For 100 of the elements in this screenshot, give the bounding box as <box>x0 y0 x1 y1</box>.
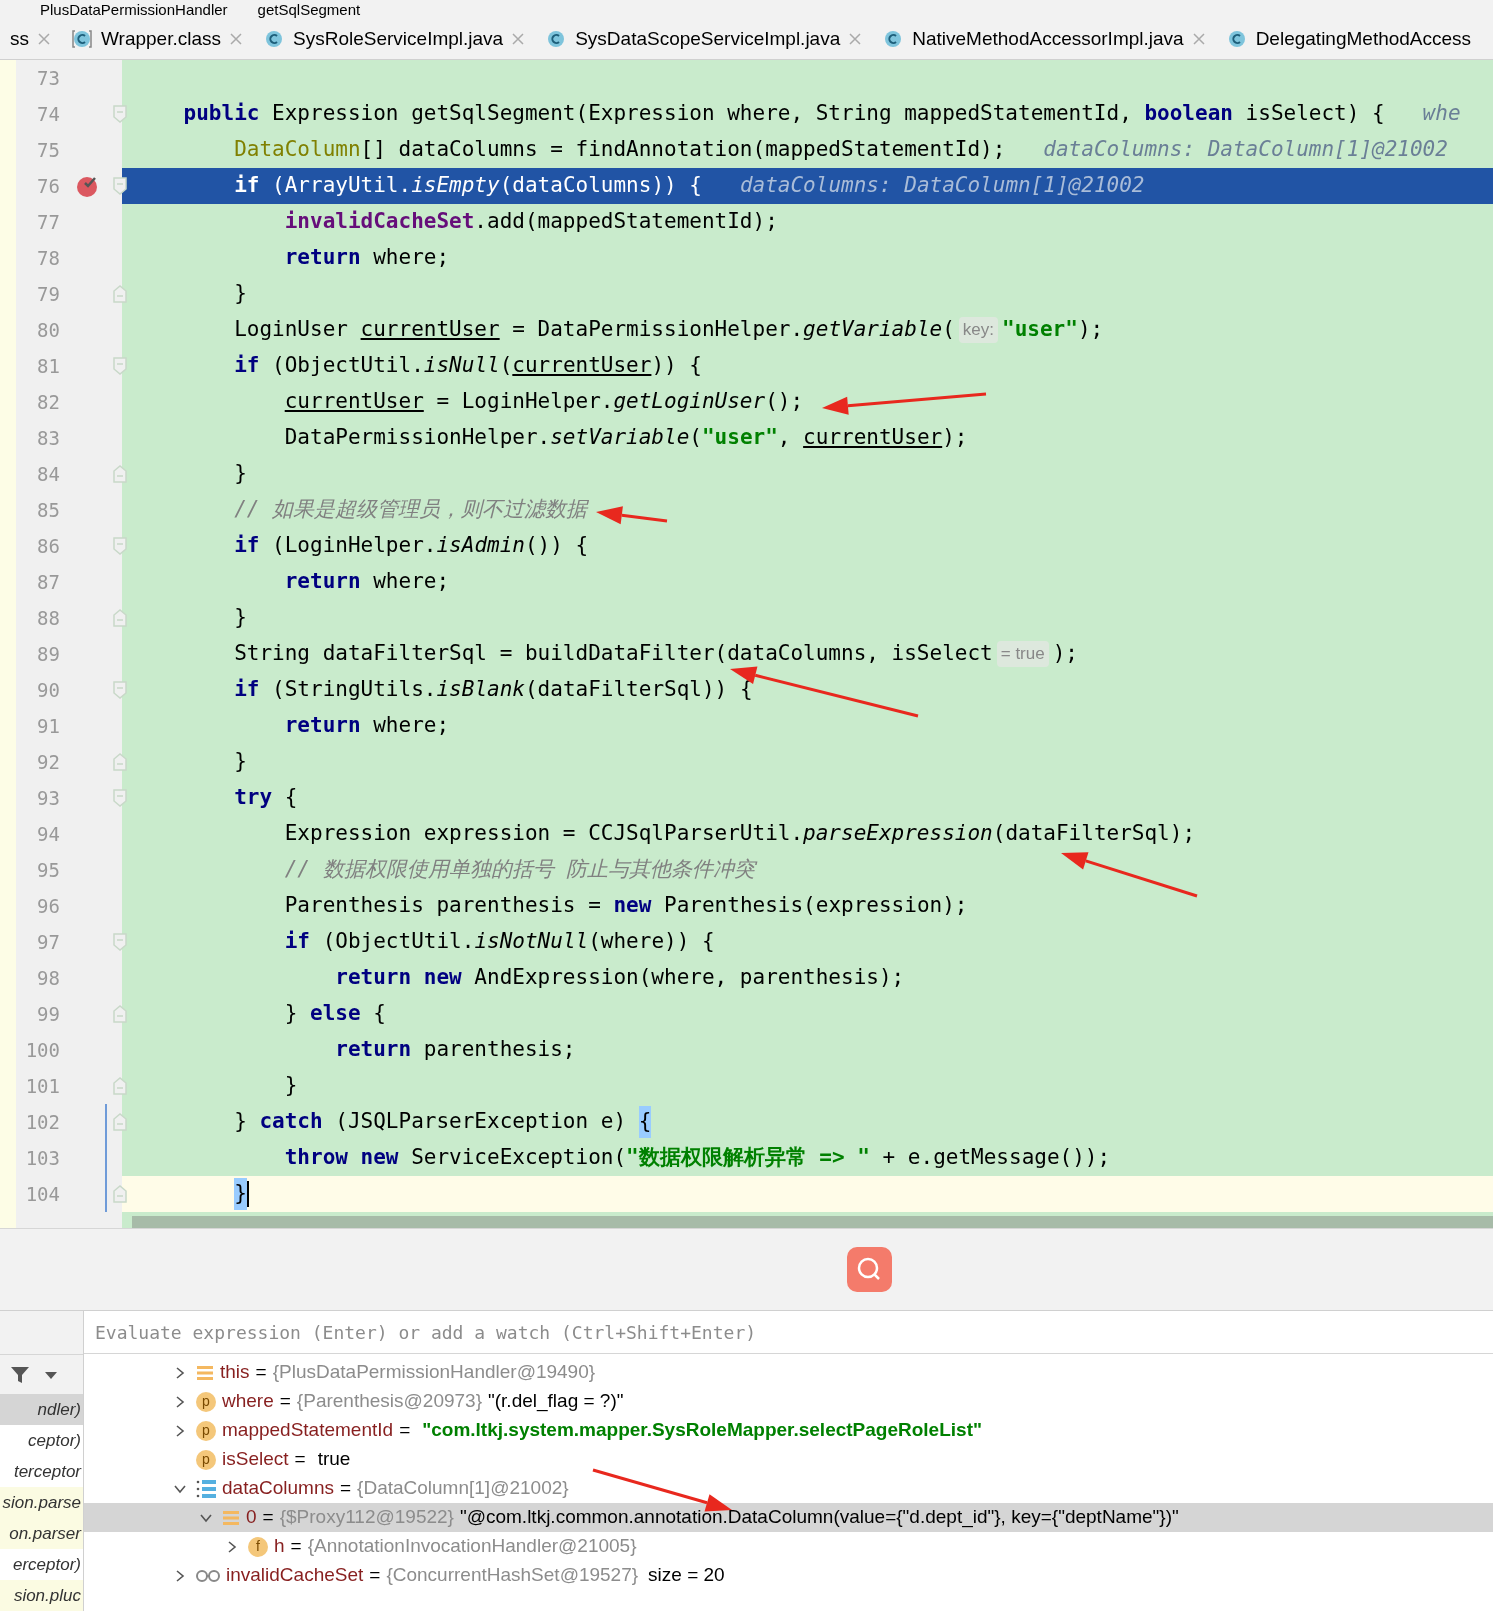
stack-frame[interactable]: ndler) <box>0 1394 83 1425</box>
code-token: isNotNull <box>474 928 589 956</box>
line-number: 79 <box>36 281 60 307</box>
close-icon[interactable] <box>511 32 526 47</box>
code-token: + e.getMessage()); <box>881 1144 1111 1172</box>
stack-frame[interactable]: sion.pluc <box>0 1580 83 1611</box>
variable-name: where <box>222 1389 274 1414</box>
variable-name: 0 <box>246 1505 257 1530</box>
variable-row[interactable]: 0 = {$Proxy112@19522} "@com.ltkj.common.annotation.DataColumn(value={"d.dept_id"}, key={"deptName"})" <box>84 1503 1493 1532</box>
code-token: currentUser <box>284 388 424 416</box>
line-number: 101 <box>24 1073 60 1099</box>
line-number: 85 <box>36 497 60 523</box>
filter-icon[interactable] <box>10 1364 30 1385</box>
code-token: ( <box>942 316 955 344</box>
line-number: 76 <box>36 173 60 199</box>
code-token: public <box>183 100 260 128</box>
code-token: where; <box>372 244 450 272</box>
equals-sign: = <box>338 1476 353 1501</box>
variable-row[interactable]: p isSelect = true <box>84 1445 1493 1474</box>
close-icon[interactable] <box>1191 32 1206 47</box>
variable-row[interactable]: invalidCacheSet = {ConcurrentHashSet@19527} size = 20 <box>84 1561 1493 1590</box>
code-comment: // 数据权限使用单独的括号 防止与其他条件冲突 <box>284 856 756 884</box>
variable-badge: p <box>196 1449 216 1470</box>
code-token: isNull <box>423 352 500 380</box>
line-number: 103 <box>24 1145 60 1171</box>
line-number: 91 <box>36 713 60 739</box>
variable-row[interactable]: f h = {AnnotationInvocationHandler@21005} <box>84 1532 1493 1561</box>
inline-debug-value: dataColumns: DataColumn[1]@21002 <box>1042 136 1448 164</box>
variable-row[interactable]: p mappedStatementId = "com.ltkj.system.mapper.SysRoleMapper.selectPageRoleList" <box>84 1416 1493 1445</box>
variable-name: invalidCacheSet <box>226 1563 364 1588</box>
code-token: } <box>284 1072 298 1100</box>
equals-sign: = <box>261 1505 275 1530</box>
code-token: = DataPermissionHelper. <box>511 316 804 344</box>
stack-frame[interactable]: terceptor <box>0 1456 83 1487</box>
code-token: .add(mappedStatementId); <box>474 208 778 236</box>
line-number: 77 <box>36 209 60 235</box>
code-token: if <box>234 676 260 704</box>
line-number: 86 <box>36 533 60 559</box>
breadcrumb-item[interactable]: PlusDataPermissionHandler <box>40 0 228 19</box>
code-token: { <box>638 1106 652 1138</box>
code-token: setVariable <box>550 424 690 452</box>
code-token: } <box>234 460 247 488</box>
code-token: parseExpression <box>803 820 993 848</box>
code-token: if <box>234 532 260 560</box>
code-token: return <box>284 712 361 740</box>
code-token: new <box>613 892 652 920</box>
code-token: String dataFilterSql = buildDataFilter(dataColumns, isSelect <box>234 640 993 668</box>
code-token: } <box>234 1178 247 1210</box>
variable-badge: p <box>196 1391 216 1412</box>
variable-name: mappedStatementId <box>222 1418 394 1443</box>
variable-row[interactable]: dataColumns = {DataColumn[1]@21002} <box>84 1474 1493 1503</box>
code-token: ); <box>1077 316 1104 344</box>
line-number: 89 <box>36 641 60 667</box>
code-token: (dataFilterSql)) { <box>524 676 753 704</box>
code-token: isBlank <box>436 676 525 704</box>
dropdown-arrow-icon[interactable] <box>44 1369 58 1380</box>
code-token: "数据权限解析异常 => " <box>626 1144 870 1172</box>
line-number: 83 <box>36 425 60 451</box>
variable-badge: f <box>248 1536 268 1557</box>
code-token: (ObjectUtil. <box>271 352 424 380</box>
code-token: ( <box>689 424 702 452</box>
variable-row[interactable]: this = {PlusDataPermissionHandler@19490} <box>84 1358 1493 1387</box>
close-icon[interactable] <box>848 32 863 47</box>
parameter-hint: = true <box>996 641 1049 667</box>
variable-value: true <box>317 1447 351 1472</box>
variable-type: {DataColumn[1]@21002} <box>357 1476 569 1501</box>
line-number: 100 <box>24 1037 60 1063</box>
horizontal-scrollbar[interactable] <box>132 1215 1493 1228</box>
line-number: 94 <box>36 821 60 847</box>
code-token: { <box>283 784 298 812</box>
line-number: 90 <box>36 677 60 703</box>
glasses-icon <box>196 1568 220 1583</box>
stack-frame[interactable]: ceptor) <box>0 1425 83 1456</box>
code-token: where; <box>372 568 450 596</box>
code-token: (ArrayUtil. <box>271 172 412 200</box>
stack-frame[interactable]: erceptor) <box>0 1549 83 1580</box>
code-token: getLoginUser <box>613 388 766 416</box>
code-token: if <box>234 172 260 200</box>
stack-frame[interactable]: on.parser <box>0 1518 83 1549</box>
breadcrumb-item[interactable]: getSqlSegment <box>257 0 361 19</box>
object-icon <box>196 1363 214 1382</box>
equals-sign: = <box>293 1447 307 1472</box>
code-token: } <box>284 1000 299 1028</box>
code-token: { <box>372 1000 386 1028</box>
code-token: if <box>284 928 310 956</box>
variable-badge: p <box>196 1420 216 1441</box>
line-number: 98 <box>36 965 60 991</box>
code-token: else <box>310 1000 361 1028</box>
stack-frame[interactable]: sion.parse <box>0 1487 83 1518</box>
variable-row[interactable]: p where = {Parenthesis@20973} "(r.del_flag = ?)" <box>84 1387 1493 1416</box>
code-token: boolean <box>1144 100 1233 128</box>
line-number: 93 <box>36 785 60 811</box>
fold-icon[interactable] <box>113 176 127 195</box>
code-token: } <box>234 604 247 632</box>
close-icon[interactable] <box>37 32 51 47</box>
code-token: currentUser <box>803 424 943 452</box>
array-icon <box>196 1478 216 1499</box>
close-icon[interactable] <box>229 32 244 47</box>
search-button[interactable] <box>846 1246 892 1292</box>
code-token: catch <box>259 1108 323 1136</box>
